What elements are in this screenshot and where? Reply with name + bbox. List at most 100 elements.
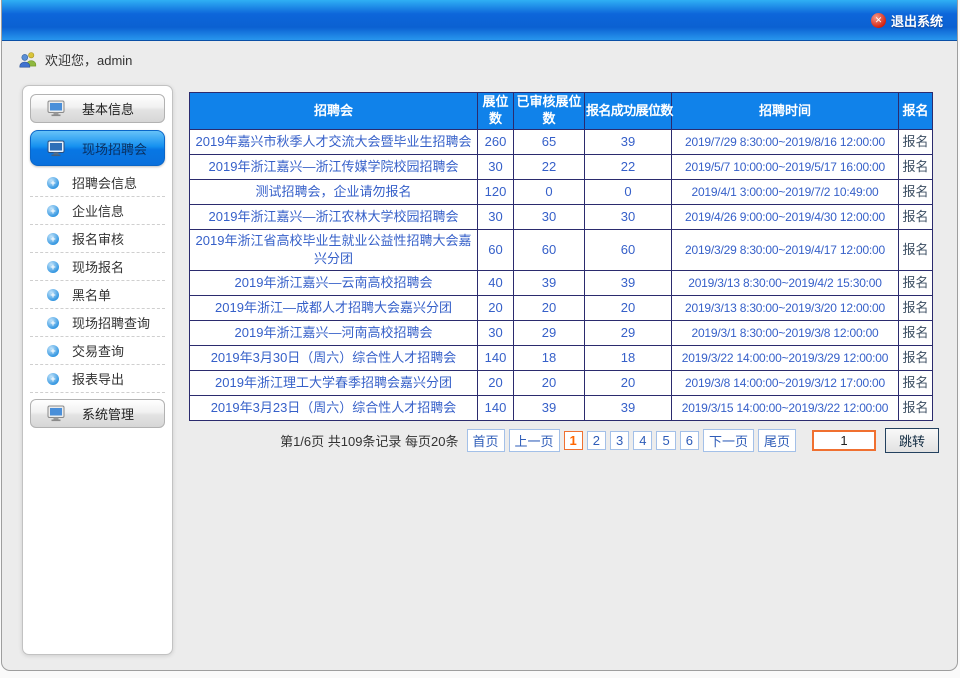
success-count-cell: 60	[585, 230, 672, 271]
sidebar-item-label: 系统管理	[82, 404, 134, 423]
booth-count-cell: 30	[478, 321, 514, 346]
sidebar-item-system-management[interactable]: 系统管理	[30, 399, 165, 428]
last-page-button[interactable]: 尾页	[758, 429, 796, 452]
sidebar-subitem-label: 黑名单	[72, 285, 111, 304]
jump-page-input[interactable]	[812, 430, 876, 451]
logout-button[interactable]: ✕ 退出系统	[871, 0, 943, 41]
sidebar-subitem-label: 报表导出	[72, 369, 124, 388]
success-count-cell: 30	[585, 205, 672, 230]
page-number-button[interactable]: 1	[564, 431, 583, 450]
recruit-time-cell: 2019/3/13 8:30:00~2019/4/2 15:30:00	[672, 271, 899, 296]
recruit-time-cell: 2019/3/29 8:30:00~2019/4/17 12:00:00	[672, 230, 899, 271]
apply-link[interactable]: 报名	[899, 271, 933, 296]
sidebar-subitem[interactable]: + 黑名单	[30, 281, 165, 309]
booth-count-cell: 20	[478, 371, 514, 396]
page-number-button[interactable]: 2	[587, 431, 606, 450]
col-header-approved-booths: 已审核展位数	[514, 93, 585, 130]
top-bar: ✕ 退出系统	[2, 0, 957, 41]
monitor-icon	[47, 405, 66, 422]
fair-name-link[interactable]: 2019年浙江理工大学春季招聘会嘉兴分团	[190, 371, 478, 396]
fair-name-link[interactable]: 2019年浙江嘉兴—河南高校招聘会	[190, 321, 478, 346]
fair-name-link[interactable]: 2019年浙江嘉兴—云南高校招聘会	[190, 271, 478, 296]
booth-count-cell: 20	[478, 296, 514, 321]
col-header-time: 招聘时间	[672, 93, 899, 130]
sidebar-subitem[interactable]: + 报表导出	[30, 365, 165, 393]
sidebar-subitem[interactable]: + 报名审核	[30, 225, 165, 253]
recruit-time-cell: 2019/5/7 10:00:00~2019/5/17 16:00:00	[672, 155, 899, 180]
sidebar-subitem[interactable]: + 现场招聘查询	[30, 309, 165, 337]
apply-link[interactable]: 报名	[899, 346, 933, 371]
sidebar-subitem[interactable]: + 交易查询	[30, 337, 165, 365]
jump-button[interactable]: 跳转	[885, 428, 939, 453]
sidebar-item-label: 现场招聘会	[82, 139, 147, 158]
recruit-time-cell: 2019/3/15 14:00:00~2019/3/22 12:00:00	[672, 396, 899, 421]
apply-link[interactable]: 报名	[899, 296, 933, 321]
approved-count-cell: 20	[514, 296, 585, 321]
fair-name-link[interactable]: 2019年浙江省高校毕业生就业公益性招聘大会嘉兴分团	[190, 230, 478, 271]
recruit-time-cell: 2019/3/8 14:00:00~2019/3/12 17:00:00	[672, 371, 899, 396]
prev-page-button[interactable]: 上一页	[509, 429, 560, 452]
table-row: 2019年浙江—成都人才招聘大会嘉兴分团 20 20 20 2019/3/13 …	[190, 296, 933, 321]
table-row: 2019年浙江理工大学春季招聘会嘉兴分团 20 20 20 2019/3/8 1…	[190, 371, 933, 396]
page-number-button[interactable]: 4	[633, 431, 652, 450]
approved-count-cell: 60	[514, 230, 585, 271]
booth-count-cell: 120	[478, 180, 514, 205]
first-page-button[interactable]: 首页	[467, 429, 505, 452]
sidebar-item-label: 基本信息	[82, 99, 134, 118]
page-number-button[interactable]: 5	[656, 431, 675, 450]
approved-count-cell: 39	[514, 396, 585, 421]
plus-circle-icon: +	[47, 261, 59, 273]
approved-count-cell: 22	[514, 155, 585, 180]
success-count-cell: 39	[585, 271, 672, 296]
table-row: 2019年3月23日（周六）综合性人才招聘会 140 39 39 2019/3/…	[190, 396, 933, 421]
sidebar-subitem-label: 现场招聘查询	[72, 313, 150, 332]
approved-count-cell: 30	[514, 205, 585, 230]
next-page-button[interactable]: 下一页	[703, 429, 754, 452]
fair-name-link[interactable]: 2019年浙江嘉兴—浙江农林大学校园招聘会	[190, 205, 478, 230]
apply-link[interactable]: 报名	[899, 155, 933, 180]
sidebar-item-onsite-jobfair[interactable]: 现场招聘会	[30, 130, 165, 166]
fair-name-link[interactable]: 2019年3月30日（周六）综合性人才招聘会	[190, 346, 478, 371]
apply-link[interactable]: 报名	[899, 180, 933, 205]
apply-link[interactable]: 报名	[899, 230, 933, 271]
monitor-icon	[47, 100, 66, 117]
apply-link[interactable]: 报名	[899, 321, 933, 346]
table-row: 2019年浙江嘉兴—浙江农林大学校园招聘会 30 30 30 2019/4/26…	[190, 205, 933, 230]
recruit-time-cell: 2019/4/1 3:00:00~2019/7/2 10:49:00	[672, 180, 899, 205]
success-count-cell: 39	[585, 130, 672, 155]
booth-count-cell: 30	[478, 205, 514, 230]
page-number-button[interactable]: 6	[680, 431, 699, 450]
sidebar-subitem-label: 交易查询	[72, 341, 124, 360]
sidebar-subitem[interactable]: + 现场报名	[30, 253, 165, 281]
booth-count-cell: 140	[478, 346, 514, 371]
pagination-info: 第1/6页 共109条记录 每页20条	[280, 431, 458, 450]
fair-name-link[interactable]: 2019年3月23日（周六）综合性人才招聘会	[190, 396, 478, 421]
apply-link[interactable]: 报名	[899, 371, 933, 396]
table-row: 测试招聘会，企业请勿报名 120 0 0 2019/4/1 3:00:00~20…	[190, 180, 933, 205]
fair-name-link[interactable]: 2019年浙江—成都人才招聘大会嘉兴分团	[190, 296, 478, 321]
fair-name-link[interactable]: 2019年嘉兴市秋季人才交流大会暨毕业生招聘会	[190, 130, 478, 155]
success-count-cell: 39	[585, 396, 672, 421]
apply-link[interactable]: 报名	[899, 205, 933, 230]
sidebar-subitem-label: 报名审核	[72, 229, 124, 248]
success-count-cell: 20	[585, 296, 672, 321]
recruit-time-cell: 2019/7/29 8:30:00~2019/8/16 12:00:00	[672, 130, 899, 155]
plus-circle-icon: +	[47, 317, 59, 329]
sidebar-subitem[interactable]: + 招聘会信息	[30, 169, 165, 197]
apply-link[interactable]: 报名	[899, 396, 933, 421]
page-number-button[interactable]: 3	[610, 431, 629, 450]
success-count-cell: 0	[585, 180, 672, 205]
table-row: 2019年浙江嘉兴—云南高校招聘会 40 39 39 2019/3/13 8:3…	[190, 271, 933, 296]
table-row: 2019年3月30日（周六）综合性人才招聘会 140 18 18 2019/3/…	[190, 346, 933, 371]
fair-name-link[interactable]: 测试招聘会，企业请勿报名	[190, 180, 478, 205]
users-icon	[18, 51, 38, 68]
plus-circle-icon: +	[47, 289, 59, 301]
table-header-row: 招聘会 展位数 已审核展位数 报名成功展位数 招聘时间 报名	[190, 93, 933, 130]
fair-name-link[interactable]: 2019年浙江嘉兴—浙江传媒学院校园招聘会	[190, 155, 478, 180]
col-header-success-booths: 报名成功展位数	[585, 93, 672, 130]
sidebar: 基本信息 现场招聘会 + 招聘会信息 + 企业信息 + 报名审核	[22, 85, 173, 655]
sidebar-item-basic-info[interactable]: 基本信息	[30, 94, 165, 123]
apply-link[interactable]: 报名	[899, 130, 933, 155]
sidebar-subitem[interactable]: + 企业信息	[30, 197, 165, 225]
sidebar-subitem-label: 招聘会信息	[72, 173, 137, 192]
